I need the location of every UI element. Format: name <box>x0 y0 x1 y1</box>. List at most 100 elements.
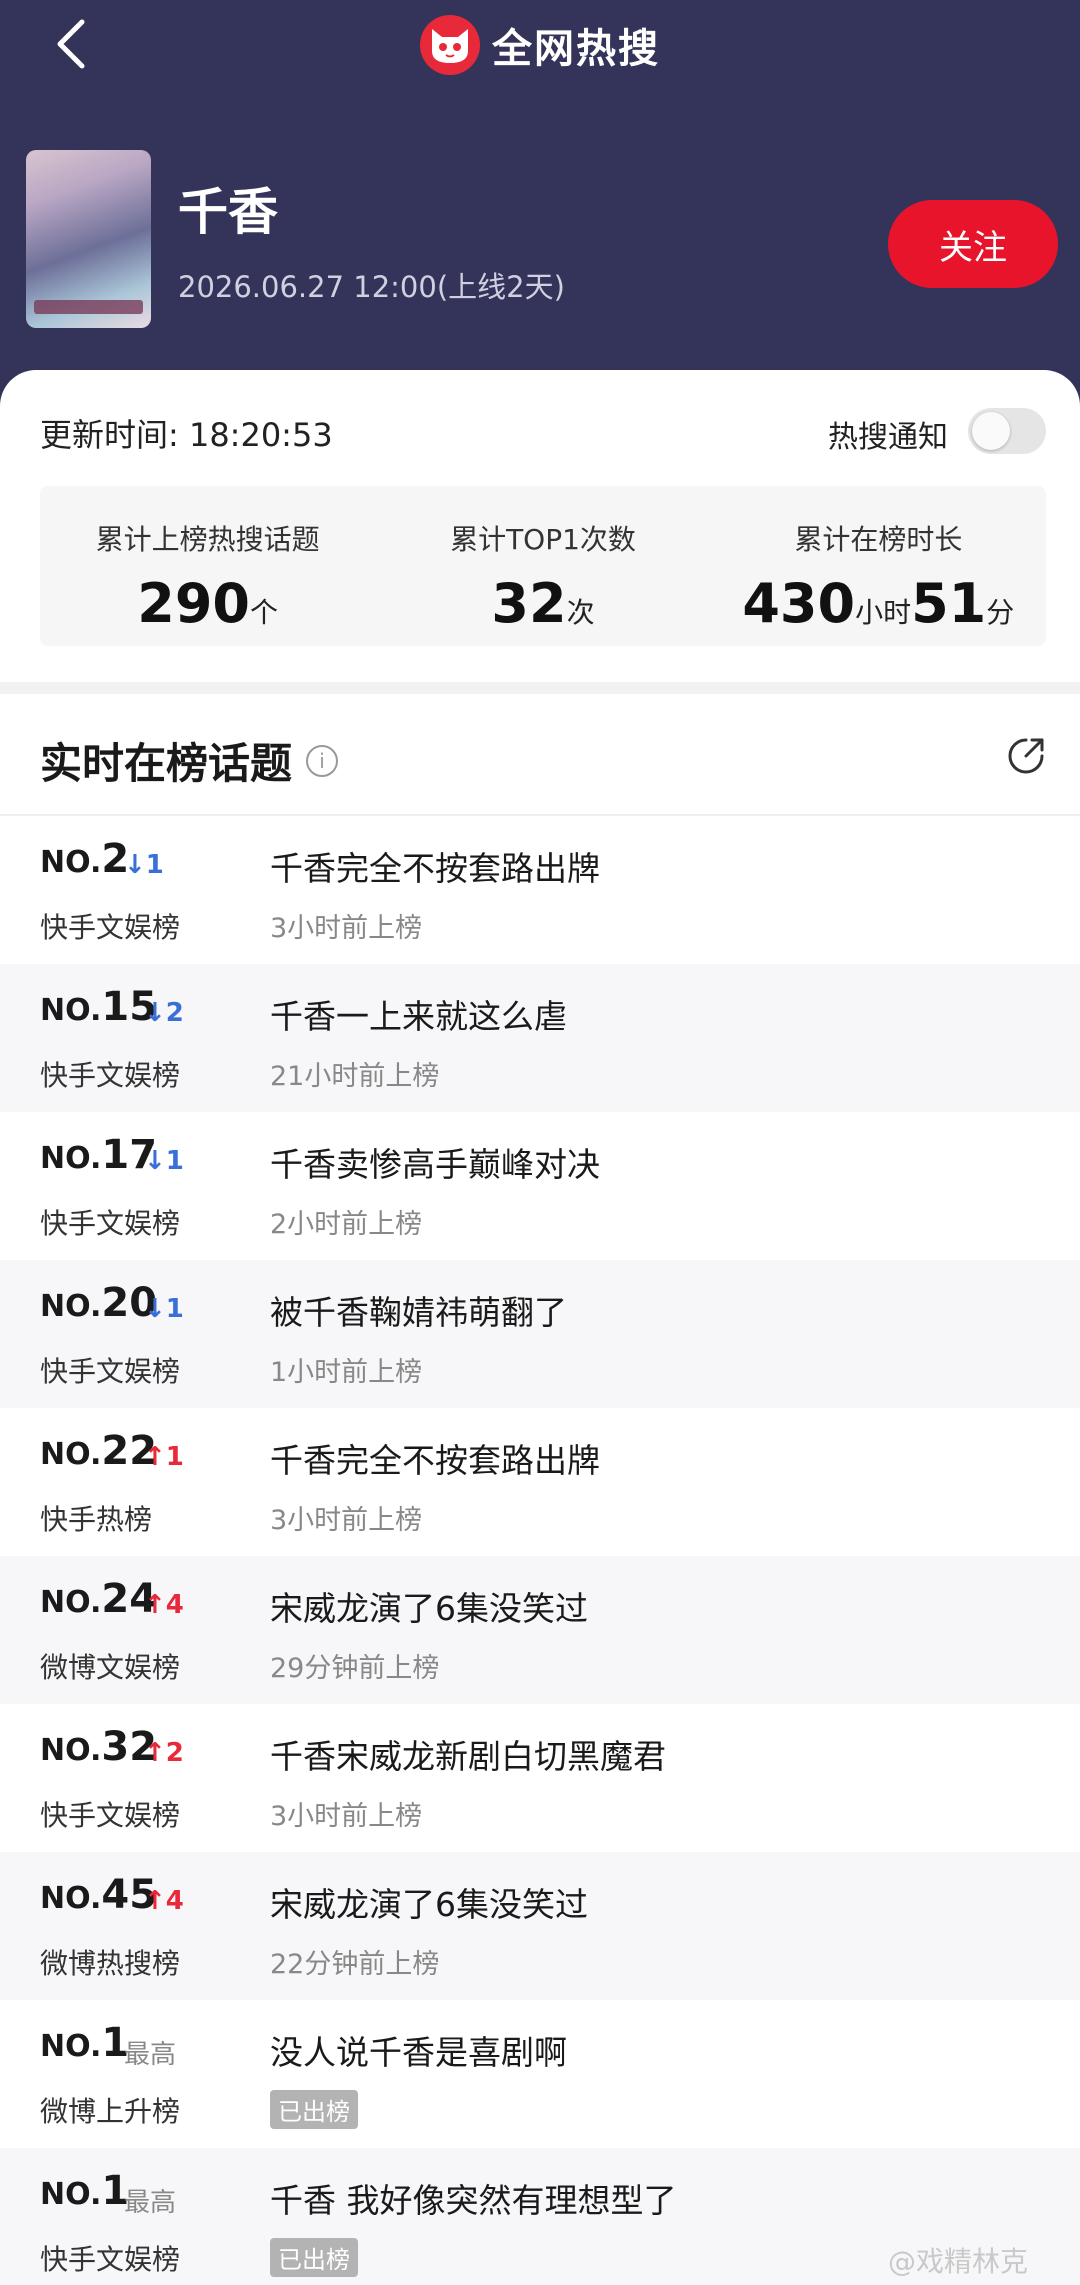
trend-indicator: ↑2 <box>144 1738 184 1768</box>
listed-time: 22分钟前上榜 <box>270 1949 440 1980</box>
stat-unit: 个 <box>250 596 279 629</box>
rank: NO. 1 <box>40 2020 129 2066</box>
topic-title: 千香宋威龙新剧白切黑魔君 <box>270 1737 666 1776</box>
off-list-badge: 已出榜 <box>270 2238 358 2277</box>
listed-time: 3小时前上榜 <box>270 913 423 944</box>
list-item[interactable]: NO. 20 ↓1 快手文娱榜 被千香鞠婧祎萌翻了 1小时前上榜 <box>0 1260 1080 1408</box>
topic-title: 千香完全不按套路出牌 <box>270 849 600 888</box>
rank: NO. 17 <box>40 1132 157 1178</box>
trend-indicator: ↑4 <box>144 1590 184 1620</box>
list-item[interactable]: NO. 22 ↑1 快手热榜 千香完全不按套路出牌 3小时前上榜 <box>0 1408 1080 1556</box>
trend-indicator: ↓1 <box>124 850 164 880</box>
topic-title: 千香 我好像突然有理想型了 <box>270 2181 677 2220</box>
rank-prefix: NO. <box>40 2177 102 2212</box>
toggle-knob <box>972 412 1010 450</box>
rank: NO. 24 <box>40 1576 157 1622</box>
stat-number: 290 <box>137 572 251 635</box>
rank-prefix: NO. <box>40 993 102 1028</box>
content-card: 更新时间: 18:20:53 热搜通知 累计上榜热搜话题 290个 累计TOP1… <box>0 370 1080 2285</box>
trend-indicator: ↓1 <box>144 1294 184 1324</box>
listed-time: 21小时前上榜 <box>270 1061 440 1092</box>
stat-value: 430小时51分 <box>711 572 1046 635</box>
header-bar: 全网热搜 千香 2026.06.27 12:00(上线2天) 关注 <box>0 0 1080 420</box>
list-item[interactable]: NO. 45 ↑4 微博热搜榜 宋威龙演了6集没笑过 22分钟前上榜 <box>0 1852 1080 2000</box>
board-name: 快手文娱榜 <box>40 1355 181 1388</box>
topic-title: 被千香鞠婧祎萌翻了 <box>270 1293 567 1332</box>
trend-indicator: ↑4 <box>144 1886 184 1916</box>
listed-time: 3小时前上榜 <box>270 1801 423 1832</box>
rank-prefix: NO. <box>40 1437 102 1472</box>
listed-time: 1小时前上榜 <box>270 1357 423 1388</box>
rank-prefix: NO. <box>40 1585 102 1620</box>
page-title: 全网热搜 <box>492 26 660 72</box>
rank: NO. 32 <box>40 1724 157 1770</box>
trend-indicator: 最高 <box>124 2040 177 2070</box>
board-name: 快手热榜 <box>40 1503 153 1536</box>
board-name: 微博上升榜 <box>40 2095 181 2128</box>
listed-time: 2小时前上榜 <box>270 1209 423 1240</box>
stat-number: 430 <box>742 572 856 635</box>
stat-label: 累计上榜热搜话题 <box>95 523 320 556</box>
stat-value: 290个 <box>40 572 375 635</box>
board-name: 微博热搜榜 <box>40 1947 181 1980</box>
list-item[interactable]: NO. 24 ↑4 微博文娱榜 宋威龙演了6集没笑过 29分钟前上榜 <box>0 1556 1080 1704</box>
stat-unit: 小时 <box>855 596 912 629</box>
rank-prefix: NO. <box>40 1881 102 1916</box>
topic-title: 宋威龙演了6集没笑过 <box>270 1589 588 1628</box>
topic-title: 千香卖惨高手巅峰对决 <box>270 1145 600 1184</box>
stat-unit: 次 <box>566 596 595 629</box>
board-name: 快手文娱榜 <box>40 2243 181 2276</box>
divider <box>0 682 1080 694</box>
list-item[interactable]: NO. 1 最高 微博上升榜 没人说千香是喜剧啊 已出榜 <box>0 2000 1080 2148</box>
rank-prefix: NO. <box>40 1289 102 1324</box>
trend-indicator: ↓1 <box>144 1146 184 1176</box>
info-icon[interactable]: i <box>306 744 339 777</box>
board-name: 快手文娱榜 <box>40 1799 181 1832</box>
listed-time: 29分钟前上榜 <box>270 1653 440 1684</box>
rank: NO. 22 <box>40 1428 157 1474</box>
rank-prefix: NO. <box>40 2029 102 2064</box>
stat-label: 累计TOP1次数 <box>450 523 636 556</box>
show-date: 2026.06.27 12:00(上线2天) <box>178 270 565 304</box>
cat-logo-icon <box>420 15 480 75</box>
stat-duration: 累计在榜时长 430小时51分 <box>711 486 1046 646</box>
list-item[interactable]: NO. 15 ↓2 快手文娱榜 千香一上来就这么虐 21小时前上榜 <box>0 964 1080 1112</box>
off-list-badge: 已出榜 <box>270 2090 358 2129</box>
topic-title: 宋威龙演了6集没笑过 <box>270 1885 588 1924</box>
topic-title: 千香完全不按套路出牌 <box>270 1441 600 1480</box>
board-name: 快手文娱榜 <box>40 911 181 944</box>
rank: NO. 45 <box>40 1872 157 1918</box>
list-item[interactable]: NO. 2 ↓1 快手文娱榜 千香完全不按套路出牌 3小时前上榜 <box>0 816 1080 964</box>
show-poster[interactable] <box>26 150 151 328</box>
rank-prefix: NO. <box>40 845 102 880</box>
stat-value: 32次 <box>375 572 710 635</box>
list-item[interactable]: NO. 17 ↓1 快手文娱榜 千香卖惨高手巅峰对决 2小时前上榜 <box>0 1112 1080 1260</box>
stats-panel: 累计上榜热搜话题 290个 累计TOP1次数 32次 累计在榜时长 430小时5… <box>40 486 1046 646</box>
follow-button[interactable]: 关注 <box>888 200 1058 288</box>
topic-title: 千香一上来就这么虐 <box>270 997 567 1036</box>
stat-label: 累计在榜时长 <box>794 523 963 556</box>
show-title: 千香 <box>178 183 278 241</box>
share-icon[interactable] <box>1004 734 1048 778</box>
rank-prefix: NO. <box>40 1141 102 1176</box>
trend-indicator: ↑1 <box>144 1442 184 1472</box>
section-title: 实时在榜话题 i <box>40 730 339 791</box>
notify-toggle[interactable] <box>968 408 1046 454</box>
list-item[interactable]: NO. 32 ↑2 快手文娱榜 千香宋威龙新剧白切黑魔君 3小时前上榜 <box>0 1704 1080 1852</box>
board-name: 快手文娱榜 <box>40 1207 181 1240</box>
trend-indicator: 最高 <box>124 2188 177 2218</box>
rank: NO. 15 <box>40 984 157 1030</box>
brand: 全网热搜 <box>0 14 1080 76</box>
topic-list: NO. 2 ↓1 快手文娱榜 千香完全不按套路出牌 3小时前上榜 NO. 15 ↓2 快手文娱榜千… <box>0 816 1080 2285</box>
rank-prefix: NO. <box>40 1733 102 1768</box>
listed-time: 3小时前上榜 <box>270 1505 423 1536</box>
stat-number: 32 <box>491 572 567 635</box>
board-name: 快手文娱榜 <box>40 1059 181 1092</box>
stat-top1: 累计TOP1次数 32次 <box>375 486 710 646</box>
stat-unit: 分 <box>986 596 1015 629</box>
rank: NO. 1 <box>40 2168 129 2214</box>
board-name: 微博文娱榜 <box>40 1651 181 1684</box>
notify-label: 热搜通知 <box>828 420 948 455</box>
rank: NO. 2 <box>40 836 129 882</box>
rank: NO. 20 <box>40 1280 157 1326</box>
